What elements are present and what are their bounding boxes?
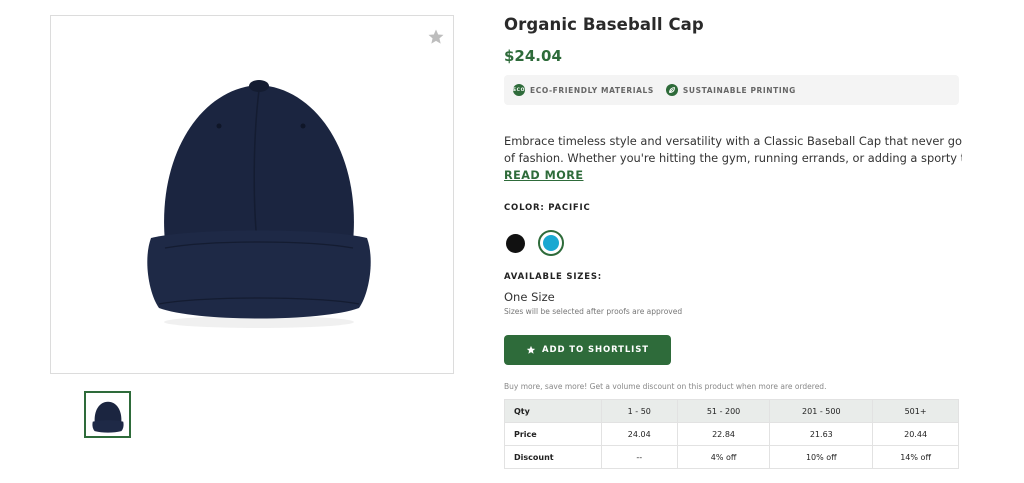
thumbnail-image [91, 401, 124, 433]
thumbnail[interactable] [84, 391, 131, 438]
color-swatch-pacific[interactable] [538, 230, 564, 256]
table-cell: -- [600, 445, 678, 469]
table-cell: 10% off [769, 445, 874, 469]
volume-pricing-table: Qty 1 - 50 51 - 200 201 - 500 501+ Price… [504, 399, 959, 469]
table-header-cell: 201 - 500 [769, 399, 874, 423]
table-header-cell: 51 - 200 [676, 399, 771, 423]
size-note: Sizes will be selected after proofs are … [504, 307, 683, 316]
description-line: Embrace timeless style and versatility w… [504, 134, 962, 148]
table-cell: 4% off [676, 445, 771, 469]
table-header-cell: 501+ [872, 399, 959, 423]
product-title: Organic Baseball Cap [504, 15, 704, 34]
table-cell: Discount [504, 445, 602, 469]
add-to-shortlist-label: ADD TO SHORTLIST [542, 345, 649, 355]
read-more-link[interactable]: READ MORE [504, 169, 584, 182]
badge-bar: ECO ECO-FRIENDLY MATERIALS SUSTAINABLE P… [504, 75, 959, 105]
badge-eco: ECO ECO-FRIENDLY MATERIALS [513, 84, 654, 96]
product-description: Embrace timeless style and versatility w… [504, 133, 962, 167]
table-cell: 24.04 [600, 422, 678, 446]
leaf-icon [665, 84, 678, 96]
star-icon [526, 345, 536, 354]
sizes-label: AVAILABLE SIZES: [504, 272, 602, 282]
table-header-cell: Qty [504, 399, 602, 423]
table-row: Discount -- 4% off 10% off 14% off [504, 445, 959, 469]
table-cell: Price [504, 422, 602, 446]
color-swatch-pacific-fill [543, 235, 559, 251]
product-price: $24.04 [504, 47, 562, 65]
eco-icon: ECO [513, 84, 525, 96]
table-header-row: Qty 1 - 50 51 - 200 201 - 500 501+ [504, 399, 959, 423]
table-cell: 14% off [872, 445, 959, 469]
badge-label: ECO-FRIENDLY MATERIALS [530, 85, 654, 95]
color-swatch-black[interactable] [506, 234, 525, 253]
product-image [147, 80, 371, 328]
product-image-frame [50, 15, 454, 374]
size-value: One Size [504, 290, 555, 304]
badge-sustainable: SUSTAINABLE PRINTING [665, 84, 796, 96]
description-line: of fashion. Whether you're hitting the g… [504, 151, 962, 165]
table-header-cell: 1 - 50 [600, 399, 678, 423]
volume-discount-note: Buy more, save more! Get a volume discou… [504, 382, 827, 391]
table-cell: 20.44 [872, 422, 959, 446]
badge-label: SUSTAINABLE PRINTING [682, 85, 796, 95]
star-icon[interactable] [427, 28, 445, 46]
table-cell: 21.63 [769, 422, 874, 446]
table-row: Price 24.04 22.84 21.63 20.44 [504, 422, 959, 446]
color-label: COLOR: PACIFIC [504, 203, 591, 213]
add-to-shortlist-button[interactable]: ADD TO SHORTLIST [504, 335, 671, 365]
table-cell: 22.84 [676, 422, 771, 446]
